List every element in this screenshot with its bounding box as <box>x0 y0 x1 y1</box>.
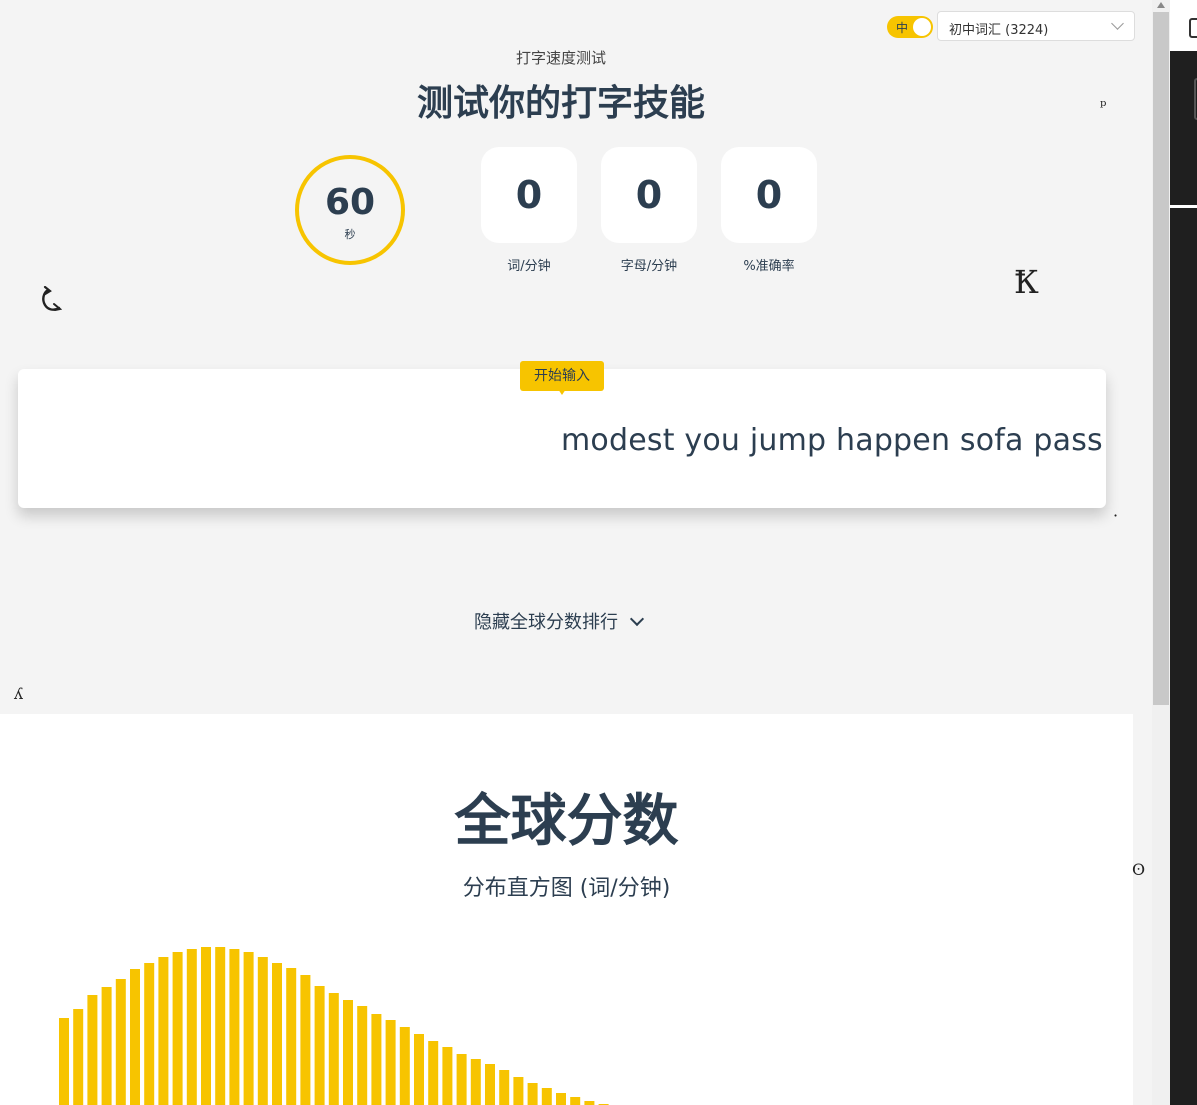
timer-unit: 秒 <box>344 228 356 241</box>
page: 中 初中词汇 (3224) 打字速度测试 测试你的打字技能 60 秒 0 词/分… <box>0 0 1152 1105</box>
stat-words-per-minute: 0 词/分钟 <box>481 147 577 274</box>
histogram-bar <box>172 952 183 1105</box>
histogram-bar <box>541 1088 552 1105</box>
stat-value: 0 <box>601 147 697 243</box>
histogram-bar <box>73 1009 84 1105</box>
histogram-bar <box>371 1014 382 1105</box>
scroll-up-arrow-icon[interactable] <box>1157 2 1165 8</box>
start-typing-hint: 开始输入 <box>520 361 604 395</box>
stat-label: 词/分钟 <box>507 259 551 274</box>
timer-circle: 60 秒 <box>295 155 405 265</box>
vocabulary-select[interactable]: 初中词汇 (3224) <box>937 11 1135 41</box>
histogram-bar <box>257 957 268 1105</box>
page-eyebrow: 打字速度测试 <box>515 49 606 67</box>
doodle-mark: ᵖ <box>1100 96 1107 115</box>
doodle-mark: ʎ <box>14 684 24 703</box>
scrollbar-thumb[interactable] <box>1153 12 1169 705</box>
stat-chars-per-minute: 0 字母/分钟 <box>601 147 697 274</box>
vertical-scrollbar[interactable] <box>1152 0 1170 1105</box>
doodle-mark: ʘ <box>1132 860 1146 879</box>
histogram-bar <box>314 986 325 1105</box>
histogram-bar <box>158 957 169 1105</box>
histogram-bar <box>357 1006 368 1105</box>
side-panel <box>1170 0 1197 1105</box>
histogram-bar <box>556 1093 566 1105</box>
doodle-mark: · <box>1113 506 1119 525</box>
panel-button[interactable] <box>1189 18 1197 38</box>
histogram-bar <box>243 952 254 1105</box>
histogram-bar <box>272 963 282 1105</box>
histogram-bar <box>328 993 339 1105</box>
histogram-bar <box>499 1070 510 1105</box>
language-toggle[interactable]: 中 <box>887 16 933 38</box>
language-toggle-label: 中 <box>896 21 909 35</box>
histogram-bar <box>385 1020 396 1105</box>
global-scores-section: 全球分数 分布直方图 (词/分钟) <box>0 714 1133 1105</box>
chevron-down-icon <box>629 611 645 627</box>
stat-label: %准确率 <box>743 259 795 274</box>
side-panel-dark-bottom <box>1170 208 1197 1105</box>
histogram-bar <box>399 1027 410 1105</box>
histogram-bar <box>527 1083 538 1105</box>
histogram-bar <box>513 1077 524 1105</box>
histogram-bar <box>442 1047 453 1105</box>
vocabulary-select-value: 初中词汇 (3224) <box>949 23 1049 38</box>
histogram-bar <box>101 987 112 1105</box>
toggle-leaderboard-button[interactable]: 隐藏全球分数排行 <box>474 608 645 634</box>
histogram-bar <box>130 969 140 1105</box>
timer-value: 60 <box>324 182 376 223</box>
stat-label: 字母/分钟 <box>620 259 678 274</box>
stat-value: 0 <box>721 147 817 243</box>
wpm-histogram <box>59 947 609 1105</box>
histogram-bar <box>215 947 226 1105</box>
histogram-bar <box>470 1059 481 1105</box>
histogram-bar <box>485 1064 495 1105</box>
histogram-bar <box>456 1054 467 1105</box>
toggle-knob <box>913 18 931 36</box>
words-to-type: modest you jump happen sofa pass pa <box>561 423 1106 458</box>
histogram-bar <box>144 963 155 1105</box>
histogram-bar <box>186 949 197 1105</box>
histogram-bar <box>428 1041 439 1105</box>
histogram-bar <box>201 947 211 1105</box>
page-title: 测试你的打字技能 <box>416 83 705 124</box>
histogram-bar <box>343 1000 353 1105</box>
start-typing-hint-label: 开始输入 <box>534 368 590 384</box>
restart-icon[interactable] <box>40 286 62 312</box>
histogram-bar <box>584 1101 595 1105</box>
stat-value: 0 <box>481 147 577 243</box>
side-panel-dark-top <box>1170 51 1197 205</box>
stat-accuracy: 0 %准确率 <box>721 147 817 274</box>
histogram-bar <box>570 1097 581 1105</box>
histogram-bar <box>300 975 311 1105</box>
histogram-bar <box>286 968 297 1105</box>
toggle-leaderboard-label: 隐藏全球分数排行 <box>474 612 618 633</box>
doodle-mark: Ꝁ <box>1014 263 1039 301</box>
tooltip-arrow <box>558 389 566 395</box>
histogram-bar <box>115 979 126 1105</box>
histogram-bar <box>59 1018 69 1105</box>
histogram-bar <box>414 1034 424 1105</box>
chevron-down-icon <box>1111 17 1124 30</box>
histogram-bar <box>229 949 240 1105</box>
histogram-bar <box>87 995 98 1105</box>
